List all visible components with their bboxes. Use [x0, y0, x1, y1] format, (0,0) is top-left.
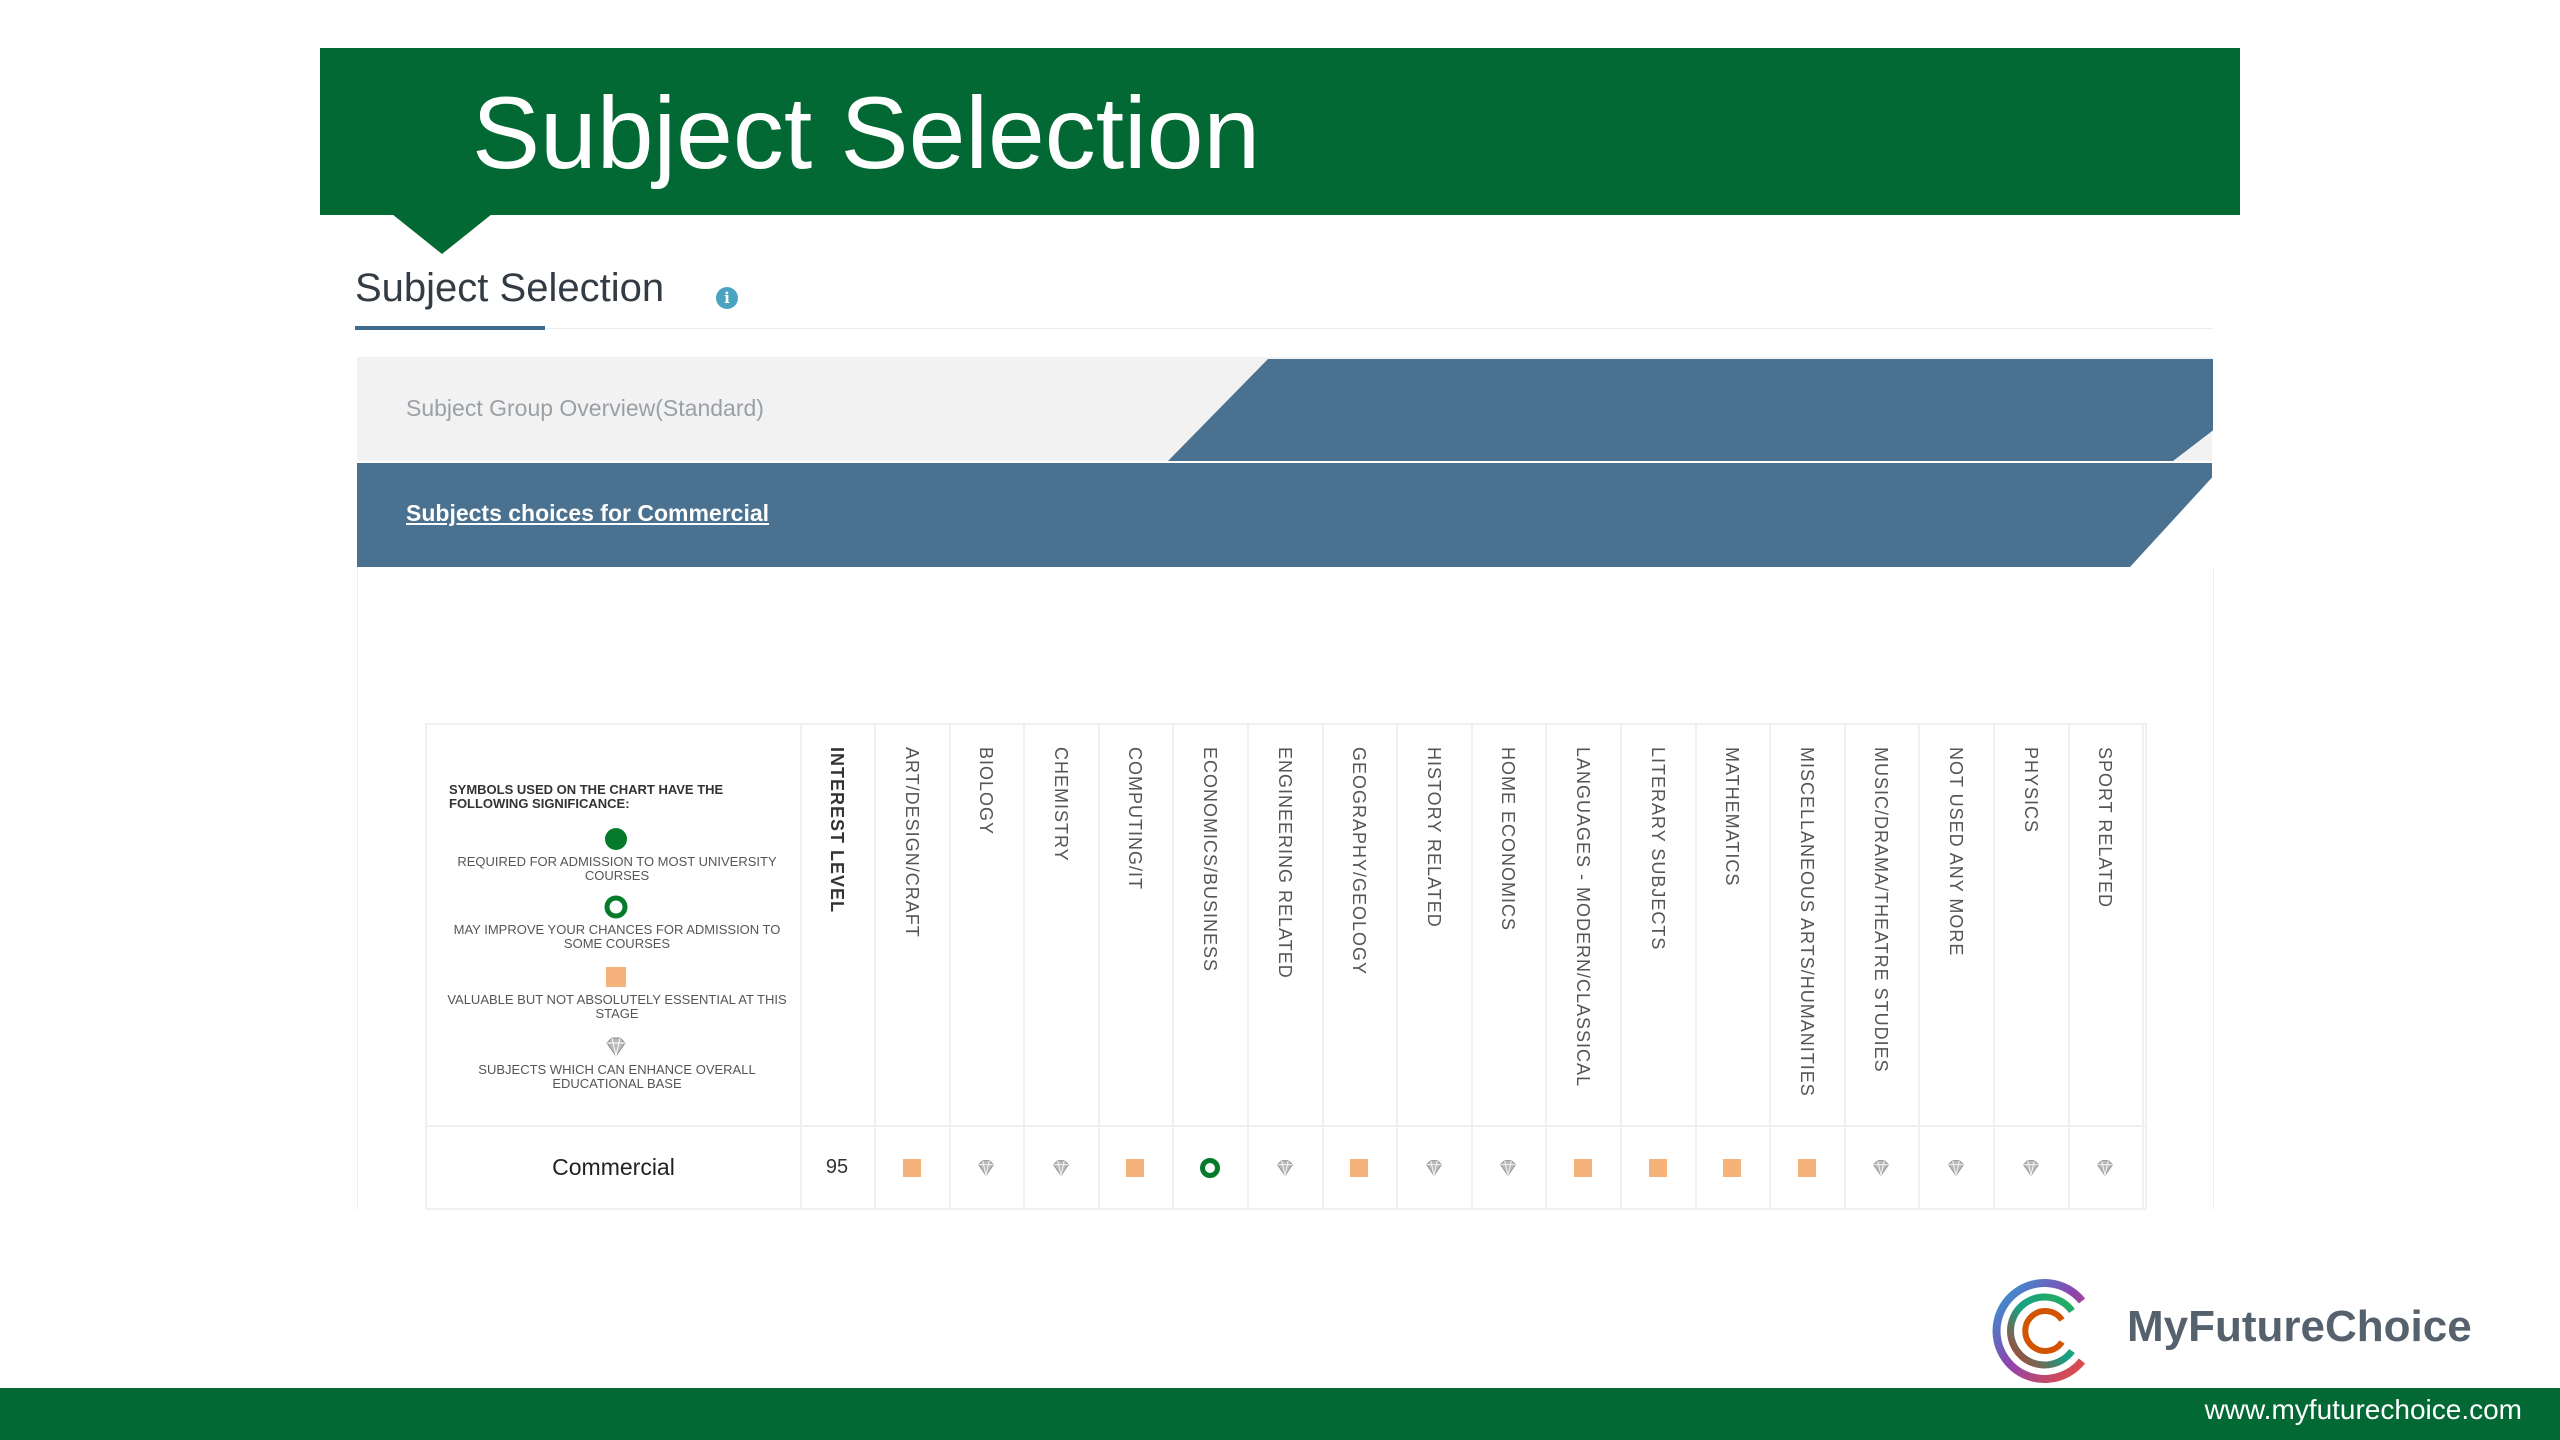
table-cell	[1919, 1127, 1995, 1208]
column-header: LANGUAGES - MODERN/CLASSICAL	[1546, 725, 1622, 1125]
orange-square-icon	[903, 1159, 921, 1177]
table-cell: 95	[800, 1127, 876, 1208]
column-header: HOME ECONOMICS	[1471, 725, 1547, 1125]
table-cell	[949, 1127, 1025, 1208]
table-cell	[1471, 1127, 1547, 1208]
table-cell	[1695, 1127, 1771, 1208]
column-header-label: GEOGRAPHY/GEOLOGY	[1349, 747, 1369, 976]
orange-square-icon	[1574, 1159, 1592, 1177]
symbol-legend: SYMBOLS USED ON THE CHART HAVE THE FOLLO…	[427, 725, 802, 1125]
green-ring-icon	[604, 895, 628, 919]
column-header-label: HOME ECONOMICS	[1498, 747, 1518, 932]
column-header-label: HISTORY RELATED	[1424, 747, 1444, 928]
tab-overview-accent	[1168, 359, 2213, 461]
column-header: MISCELLANEOUS ARTS/HUMANITIES	[1770, 725, 1846, 1125]
column-header: LITERARY SUBJECTS	[1621, 725, 1697, 1125]
slide-title: Subject Selection	[472, 76, 1261, 190]
orange-square-icon	[1126, 1159, 1144, 1177]
grey-diamond-icon	[1052, 1160, 1070, 1177]
column-header: PHYSICS	[1994, 725, 2070, 1125]
table-cell	[2068, 1127, 2144, 1208]
column-header: BIOLOGY	[949, 725, 1025, 1125]
table-cell	[875, 1127, 951, 1208]
grey-diamond-icon	[2096, 1160, 2114, 1177]
table-cell	[1322, 1127, 1398, 1208]
grey-diamond-icon	[1499, 1160, 1517, 1177]
column-header: NOT USED ANY MORE	[1919, 725, 1995, 1125]
footer-website-url[interactable]: www.myfuturechoice.com	[2205, 1394, 2522, 1426]
column-header-label: MUSIC/DRAMA/THEATRE STUDIES	[1871, 747, 1891, 1073]
banner-pointer	[392, 214, 492, 254]
subjects-choices-commercial-link[interactable]: Subjects choices for Commercial	[406, 500, 769, 527]
column-header: HISTORY RELATED	[1397, 725, 1473, 1125]
grey-diamond-icon	[977, 1160, 995, 1177]
table-cell	[1546, 1127, 1622, 1208]
column-header: GEOGRAPHY/GEOLOGY	[1322, 725, 1398, 1125]
column-header: MATHEMATICS	[1695, 725, 1771, 1125]
table-cell	[1621, 1127, 1697, 1208]
column-header-label: SPORT RELATED	[2095, 747, 2115, 909]
column-header: CHEMISTRY	[1024, 725, 1100, 1125]
section-divider	[545, 328, 2213, 329]
interest-level-value: 95	[825, 1156, 849, 1178]
table-cell	[1770, 1127, 1846, 1208]
orange-square-icon	[606, 967, 626, 987]
column-header-label: ART/DESIGN/CRAFT	[902, 747, 922, 938]
grey-diamond-icon	[1947, 1160, 1965, 1177]
section-title: Subject Selection	[355, 266, 665, 310]
legend-heading: SYMBOLS USED ON THE CHART HAVE THE FOLLO…	[449, 782, 724, 811]
info-icon[interactable]: i	[716, 287, 738, 309]
column-header-label: INTEREST LEVEL	[827, 747, 847, 914]
orange-square-icon	[1350, 1159, 1368, 1177]
column-header-label: ECONOMICS/BUSINESS	[1200, 747, 1220, 973]
column-header-label: MATHEMATICS	[1722, 747, 1742, 887]
subject-chart-table: SYMBOLS USED ON THE CHART HAVE THE FOLLO…	[425, 723, 2147, 1210]
column-header: INTEREST LEVEL	[800, 725, 876, 1125]
orange-square-icon	[1723, 1159, 1741, 1177]
table-cell	[1397, 1127, 1473, 1208]
column-header: ENGINEERING RELATED	[1248, 725, 1324, 1125]
column-header: ART/DESIGN/CRAFT	[875, 725, 951, 1125]
legend-item-may-improve: MAY IMPROVE YOUR CHANCES FOR ADMISSION T…	[453, 922, 781, 951]
grey-diamond-icon	[1425, 1160, 1443, 1177]
green-ring-icon	[1200, 1158, 1220, 1178]
column-header-label: BIOLOGY	[976, 747, 996, 836]
column-header-label: PHYSICS	[2021, 747, 2041, 834]
column-header-label: COMPUTING/IT	[1125, 747, 1145, 890]
legend-item-enhance: SUBJECTS WHICH CAN ENHANCE OVERALL EDUCA…	[478, 1062, 756, 1091]
orange-square-icon	[1798, 1159, 1816, 1177]
column-header-label: LANGUAGES - MODERN/CLASSICAL	[1573, 747, 1593, 1088]
grey-diamond-icon	[606, 1037, 626, 1057]
column-header: MUSIC/DRAMA/THEATRE STUDIES	[1844, 725, 1920, 1125]
column-header: COMPUTING/IT	[1098, 725, 1174, 1125]
table-cell	[1024, 1127, 1100, 1208]
table-cell	[1098, 1127, 1174, 1208]
column-header-label: ENGINEERING RELATED	[1275, 747, 1295, 979]
column-header: SPORT RELATED	[2068, 725, 2144, 1125]
column-header: ECONOMICS/BUSINESS	[1173, 725, 1249, 1125]
footer-bar	[0, 1388, 2560, 1440]
column-header-label: CHEMISTRY	[1051, 747, 1071, 862]
row-label-commercial: Commercial	[427, 1127, 802, 1208]
table-cell	[1844, 1127, 1920, 1208]
orange-square-icon	[1649, 1159, 1667, 1177]
table-cell	[1248, 1127, 1324, 1208]
grey-diamond-icon	[2022, 1160, 2040, 1177]
tab-subject-group-overview-label[interactable]: Subject Group Overview(Standard)	[406, 395, 764, 422]
column-header-label: LITERARY SUBJECTS	[1648, 747, 1668, 951]
myfuturechoice-logo-icon	[1992, 1279, 2086, 1383]
filled-green-circle-icon	[605, 828, 627, 850]
column-header-label: NOT USED ANY MORE	[1946, 747, 1966, 957]
table-cell	[1994, 1127, 2070, 1208]
legend-item-required: REQUIRED FOR ADMISSION TO MOST UNIVERSIT…	[457, 854, 777, 883]
grey-diamond-icon	[1872, 1160, 1890, 1177]
grey-diamond-icon	[1276, 1160, 1294, 1177]
section-title-underline	[355, 326, 545, 330]
legend-item-valuable: VALUABLE BUT NOT ABSOLUTELY ESSENTIAL AT…	[447, 992, 787, 1021]
table-cell	[1173, 1127, 1249, 1208]
brand-name: MyFutureChoice	[2127, 1302, 2472, 1351]
column-header-label: MISCELLANEOUS ARTS/HUMANITIES	[1797, 747, 1817, 1097]
